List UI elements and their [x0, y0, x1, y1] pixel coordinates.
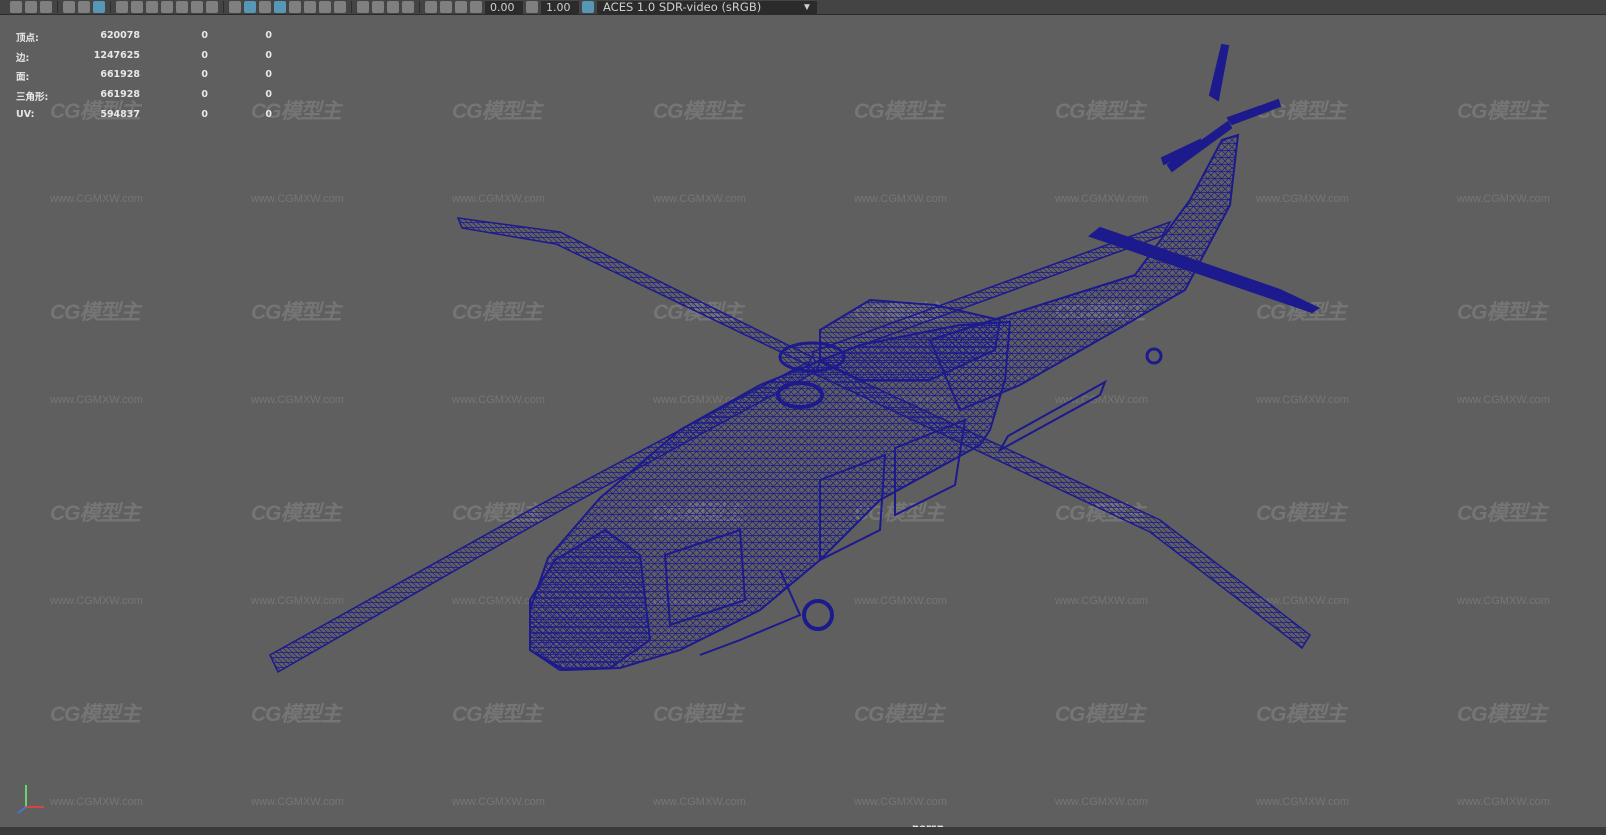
- default-material-icon[interactable]: [259, 1, 271, 13]
- hud-row: UV: 594837 0 0: [16, 109, 276, 129]
- lights-icon[interactable]: [319, 1, 331, 13]
- hud-selected-value: 0: [201, 49, 208, 61]
- isolate-select-icon[interactable]: [425, 1, 437, 13]
- exposure-icon[interactable]: [470, 1, 482, 13]
- axis-gizmo: [17, 785, 44, 814]
- hud-row: 面: 661928 0 0: [16, 69, 276, 89]
- hud-total-value: 661928: [100, 89, 140, 101]
- poly-count-hud: 顶点: 620078 0 0 边: 1247625 0 0 面: 661928 0 0 三角形: 6619…: [16, 30, 276, 128]
- toolbar-separator: [223, 1, 224, 13]
- gate-mask-icon[interactable]: [161, 1, 173, 13]
- hud-label: 面:: [16, 72, 30, 84]
- hud-label: 三角形:: [16, 92, 49, 104]
- toolbar-separator: [110, 1, 111, 13]
- toolbar-separator: [57, 1, 58, 13]
- xray-icon[interactable]: [289, 1, 301, 13]
- hud-total-value: 594837: [100, 108, 140, 120]
- tail-rotor-blade: [1226, 98, 1282, 126]
- hud-triangle-value: 0: [265, 69, 272, 81]
- toolbar-separator: [419, 1, 420, 13]
- select-camera-icon[interactable]: [78, 1, 90, 13]
- hud-triangle-value: 0: [265, 30, 272, 41]
- color-management-icon[interactable]: [582, 1, 594, 13]
- camera-attributes-icon[interactable]: [25, 1, 37, 13]
- bookmark-icon[interactable]: [40, 1, 52, 13]
- motion-blur-icon[interactable]: [372, 1, 384, 13]
- hud-triangle-value: 0: [265, 49, 272, 61]
- hud-label: 顶点:: [16, 33, 39, 44]
- field-chart-icon[interactable]: [176, 1, 188, 13]
- tail-wheel: [1145, 347, 1163, 365]
- hud-selected-value: 0: [201, 69, 208, 81]
- hud-row: 边: 1247625 0 0: [16, 50, 276, 70]
- chevron-down-icon[interactable]: ▼: [802, 1, 812, 14]
- multisample-aa-icon[interactable]: [387, 1, 399, 13]
- helicopter-wireframe-model: [269, 43, 1321, 674]
- 3d-viewport[interactable]: CG模型主 CG模型主 CG模型主 CG模型主 www.CGMXW.com www.CGM…: [0, 15, 1606, 834]
- resolution-gate-icon[interactable]: [146, 1, 158, 13]
- main-rotor-blade: [456, 217, 814, 366]
- hud-selected-value: 0: [201, 30, 208, 41]
- color-space-dropdown[interactable]: ACES 1.0 SDR-video (sRGB): [597, 0, 817, 14]
- hud-total-value: 661928: [100, 69, 140, 81]
- toolbar-separator: [351, 1, 352, 13]
- grid-icon[interactable]: [116, 1, 128, 13]
- hud-selected-value: 0: [201, 89, 208, 101]
- hud-triangle-value: 0: [265, 89, 272, 101]
- film-gate-icon[interactable]: [131, 1, 143, 13]
- exposure-field[interactable]: 0.00: [485, 0, 523, 14]
- grease-pencil-icon[interactable]: [63, 1, 75, 13]
- hud-label: UV:: [16, 108, 35, 120]
- viewport-toolbar: 0.00 1.00 ACES 1.0 SDR-video (sRGB) ▼: [0, 0, 1606, 15]
- hud-total-value: 1247625: [93, 49, 140, 61]
- hud-row: 三角形: 661928 0 0: [16, 89, 276, 109]
- smooth-shade-icon[interactable]: [244, 1, 256, 13]
- wireframe-on-shaded-icon[interactable]: [274, 1, 286, 13]
- textured-icon[interactable]: [304, 1, 316, 13]
- main-wheel: [802, 599, 834, 631]
- camera-icon[interactable]: [10, 1, 22, 13]
- landing-ladder: [997, 379, 1107, 453]
- cockpit-nose: [529, 528, 652, 672]
- xray-joints-icon[interactable]: [440, 1, 452, 13]
- hud-label: 边:: [16, 52, 30, 64]
- gamma-icon[interactable]: [526, 1, 538, 13]
- shadows-icon[interactable]: [334, 1, 346, 13]
- tail-rotor-blade: [1208, 43, 1230, 102]
- hud-total-value: 620078: [100, 30, 140, 41]
- hud-row: 顶点: 620078 0 0: [16, 30, 276, 50]
- hud-selected-value: 0: [201, 108, 208, 120]
- wireframe-icon[interactable]: [229, 1, 241, 13]
- hud-triangle-value: 0: [265, 108, 272, 120]
- viewport-bottom-border: [0, 827, 1606, 835]
- gamma-field[interactable]: 1.00: [541, 0, 579, 14]
- safe-title-icon[interactable]: [206, 1, 218, 13]
- xray-active-icon[interactable]: [455, 1, 467, 13]
- depth-of-field-icon[interactable]: [402, 1, 414, 13]
- safe-action-icon[interactable]: [191, 1, 203, 13]
- pencil-icon[interactable]: [93, 1, 105, 13]
- screen-space-ao-icon[interactable]: [357, 1, 369, 13]
